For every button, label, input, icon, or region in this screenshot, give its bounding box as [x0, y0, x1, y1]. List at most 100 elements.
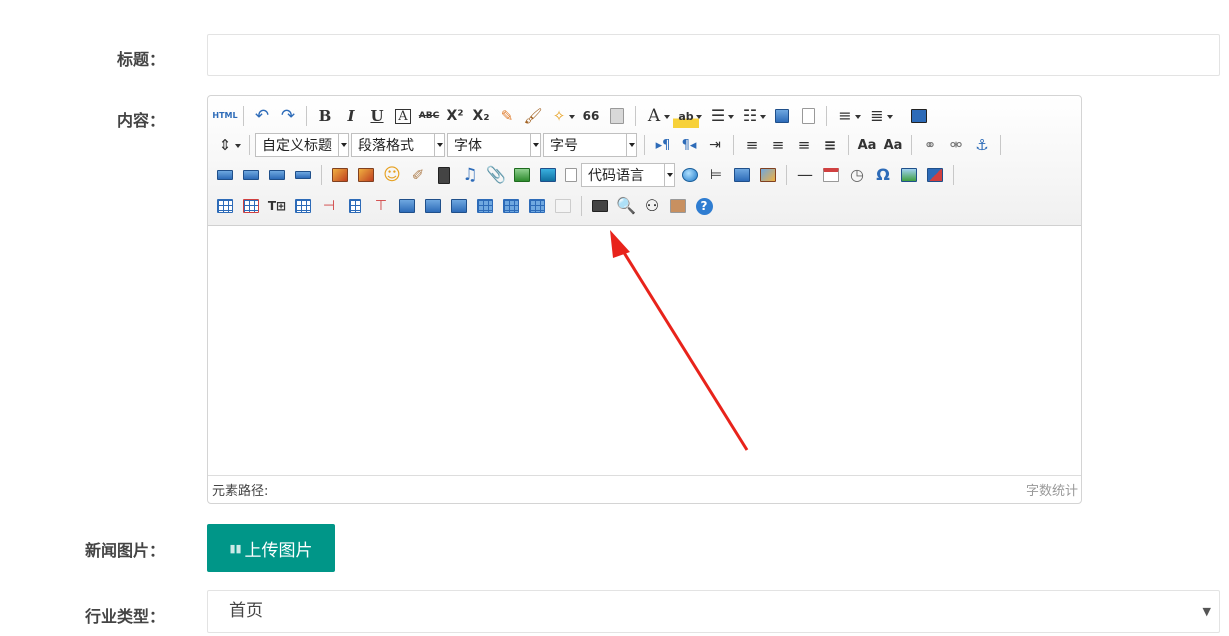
superscript-icon[interactable]: X² [442, 104, 468, 128]
preview-icon[interactable] [906, 104, 932, 128]
justify-right-icon[interactable]: ≡ [791, 133, 817, 157]
indent-icon[interactable]: ⇥ [702, 133, 728, 157]
justify-left-icon[interactable]: ≡ [739, 133, 765, 157]
upload-image-button[interactable]: ▮▮ 上传图片 [207, 524, 335, 572]
cleardoc-icon[interactable] [795, 104, 821, 128]
insertimage-icon[interactable] [353, 163, 379, 187]
subscript-icon[interactable]: X₂ [468, 104, 494, 128]
wordimage-icon[interactable] [922, 163, 948, 187]
pasteplain-icon[interactable] [604, 104, 630, 128]
mergecells-icon[interactable] [394, 194, 420, 218]
insertvideo-icon[interactable] [431, 163, 457, 187]
snapscreen-icon[interactable] [896, 163, 922, 187]
gmap-icon[interactable] [535, 163, 561, 187]
charts-icon[interactable] [550, 194, 576, 218]
paragraph-spacing-icon[interactable]: ⇕ [212, 133, 241, 157]
image-right-icon[interactable] [264, 163, 290, 187]
deletecol-icon[interactable]: ⊤ [368, 194, 394, 218]
upload-icon: ▮▮ [229, 542, 242, 555]
mergeright-icon[interactable] [420, 194, 446, 218]
lineheight-icon[interactable]: ≣ [864, 104, 893, 128]
bold-icon[interactable]: B [312, 104, 338, 128]
font-size-select[interactable]: 字号 [543, 133, 637, 157]
splittorows-icon[interactable] [498, 194, 524, 218]
image-none-icon[interactable] [212, 163, 238, 187]
unlink-icon[interactable]: ⚮ [943, 133, 969, 157]
rtl-icon[interactable]: ¶◂ [676, 133, 702, 157]
title-input[interactable] [207, 34, 1220, 76]
justify-full-icon[interactable]: ≡ [817, 133, 843, 157]
mergedown-icon[interactable] [446, 194, 472, 218]
horizontal-icon[interactable]: — [792, 163, 818, 187]
industry-label: 行业类型： [84, 607, 165, 626]
map-icon[interactable] [509, 163, 535, 187]
custom-heading-select[interactable]: 自定义标题 [255, 133, 349, 157]
paragraph-format-select[interactable]: 段落格式 [351, 133, 445, 157]
font-family-select[interactable]: 字体 [447, 133, 541, 157]
simpleupload-icon[interactable] [327, 163, 353, 187]
help-icon[interactable]: ? [691, 194, 717, 218]
insertorderedlist-icon[interactable]: ☰ [705, 104, 734, 128]
redo-icon[interactable]: ↷ [275, 104, 301, 128]
word-count: 字数统计 [1025, 484, 1078, 499]
template-icon[interactable] [729, 163, 755, 187]
inserttable-icon[interactable] [212, 194, 238, 218]
title-label: 标题： [116, 50, 165, 69]
italic-icon[interactable]: I [338, 104, 364, 128]
anchor-icon[interactable]: ⚓ [969, 133, 995, 157]
removeformat-icon[interactable]: ✎ [494, 104, 520, 128]
news-image-label: 新闻图片： [84, 541, 165, 560]
webapp-icon[interactable] [677, 163, 703, 187]
find-icon[interactable]: ⚇ [639, 194, 665, 218]
spechars-icon[interactable]: Ω [870, 163, 896, 187]
autotypeset-icon[interactable]: ✧ [546, 104, 575, 128]
underline-icon[interactable]: U [364, 104, 390, 128]
insertunorderedlist-icon[interactable]: ☷ [737, 104, 766, 128]
justify-center-icon[interactable]: ≡ [765, 133, 791, 157]
formatmatch-icon[interactable]: 🖌 [520, 104, 546, 128]
image-center-icon[interactable] [290, 163, 316, 187]
deleterow-icon[interactable]: ⊣ [316, 194, 342, 218]
insertrow-icon[interactable] [290, 194, 316, 218]
searchreplace-icon[interactable]: 🔍 [613, 194, 639, 218]
editor-toolbar: HTML ↶ ↷ B I U A ABC X² X₂ ✎ 🖌 ✧ 66 A ab… [208, 96, 1081, 226]
industry-select-value: 首页 [229, 601, 263, 621]
chevron-down-icon: ▼ [1202, 605, 1211, 618]
splittocols-icon[interactable] [524, 194, 550, 218]
tolowercase-icon[interactable]: Aa [880, 133, 906, 157]
attachment-icon[interactable]: 📎 [483, 163, 509, 187]
content-label: 内容： [116, 111, 165, 130]
insertcol-icon[interactable] [342, 194, 368, 218]
undo-icon[interactable]: ↶ [249, 104, 275, 128]
emotion-icon[interactable]: ☺ [379, 163, 405, 187]
fontborder-icon[interactable]: A [390, 104, 416, 128]
source-icon[interactable]: HTML [212, 104, 238, 128]
code-language-select[interactable]: 代码语言 [581, 163, 675, 187]
pagebreak-icon[interactable]: ⊨ [703, 163, 729, 187]
date-icon[interactable] [818, 163, 844, 187]
forecolor-icon[interactable]: A [641, 104, 670, 128]
music-icon[interactable]: ♫ [457, 163, 483, 187]
industry-select[interactable]: 首页 ▼ [207, 590, 1220, 633]
link-icon[interactable]: ⚭ [917, 133, 943, 157]
scrawl-icon[interactable]: ✐ [405, 163, 431, 187]
editor-statusbar: 元素路径: 字数统计 [208, 475, 1081, 503]
deletetable-icon[interactable] [238, 194, 264, 218]
selectall-icon[interactable] [769, 104, 795, 128]
rich-text-editor: HTML ↶ ↷ B I U A ABC X² X₂ ✎ 🖌 ✧ 66 A ab… [207, 95, 1082, 504]
insertframe-icon[interactable] [561, 163, 581, 187]
rowspacing-icon[interactable]: ≡ [832, 104, 861, 128]
editor-body[interactable] [208, 226, 1081, 476]
time-icon[interactable]: ◷ [844, 163, 870, 187]
insertparagraphbeforetable-icon[interactable]: T⊞ [264, 194, 290, 218]
ltr-icon[interactable]: ▸¶ [650, 133, 676, 157]
blockquote-icon[interactable]: 66 [578, 104, 604, 128]
touppercase-icon[interactable]: Aa [854, 133, 880, 157]
splittocells-icon[interactable] [472, 194, 498, 218]
strikethrough-icon[interactable]: ABC [416, 104, 442, 128]
background-icon[interactable] [755, 163, 781, 187]
print-icon[interactable] [587, 194, 613, 218]
backcolor-icon[interactable]: ab [673, 104, 702, 128]
image-left-icon[interactable] [238, 163, 264, 187]
drafts-icon[interactable] [665, 194, 691, 218]
